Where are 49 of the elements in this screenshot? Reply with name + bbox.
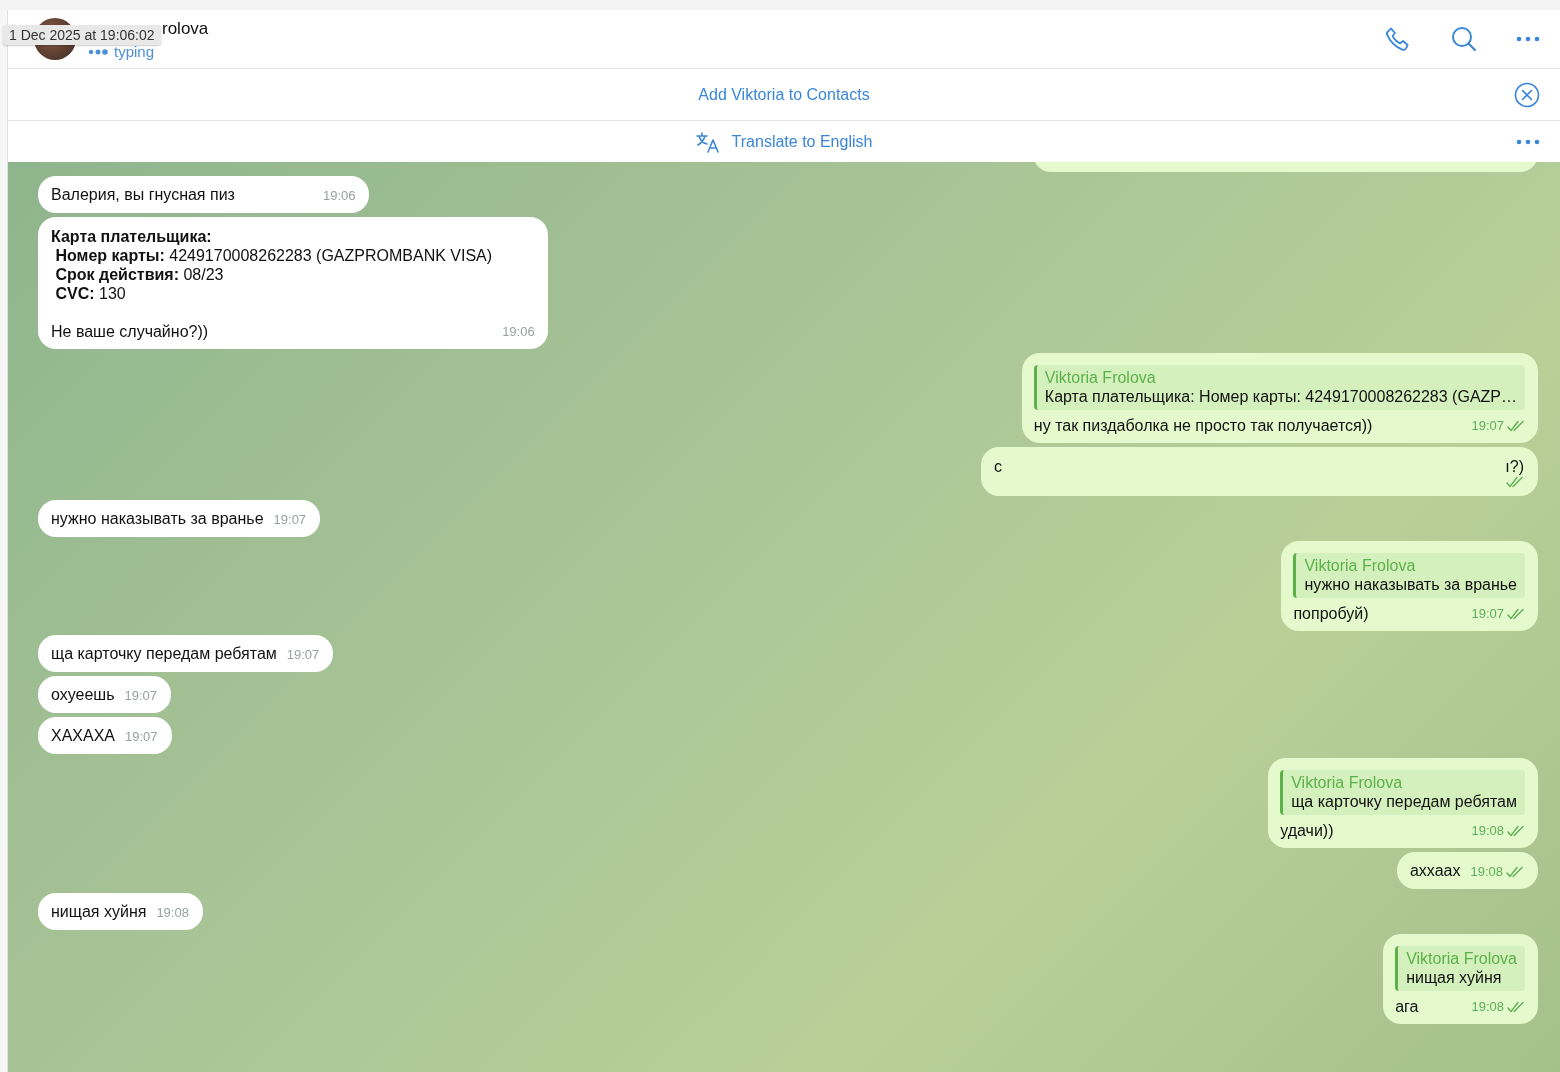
message-text: нужно наказывать за вранье xyxy=(51,509,264,528)
message-time: 19:08 xyxy=(156,904,189,922)
message-time: 19:07 xyxy=(1471,605,1504,623)
message-time: 19:07 xyxy=(273,511,307,529)
message-text: с xyxy=(994,457,1002,476)
close-icon[interactable] xyxy=(1514,81,1540,108)
more-icon[interactable] xyxy=(1516,138,1540,145)
reply-quote[interactable]: Viktoria Frolova нужно наказывать за вранье xyxy=(1293,553,1525,598)
more-icon[interactable] xyxy=(1516,36,1540,42)
message-time: 19:07 xyxy=(286,646,320,664)
reply-text: нищая хуйня xyxy=(1406,968,1503,987)
date-tooltip: 1 Dec 2025 at 19:06:02 xyxy=(3,25,161,45)
chat-name: rolova xyxy=(162,18,209,39)
reply-author: Viktoria Frolova xyxy=(1044,368,1157,387)
message-text: ну так пиздаболка не просто так получается)) xyxy=(1033,416,1373,435)
search-icon[interactable] xyxy=(1450,25,1478,53)
reply-author: Viktoria Frolova xyxy=(1304,556,1417,575)
message-text: Валерия, вы гнусная пиз xyxy=(51,185,235,204)
reply-text: ща карточку передам ребятам xyxy=(1291,792,1517,811)
message-text: ХАХАХА xyxy=(51,726,116,745)
reply-author: Viktoria Frolova xyxy=(1291,773,1404,792)
message-time: 19:07 xyxy=(125,728,158,746)
message-text: охуеешь xyxy=(51,685,115,704)
message-time: 19:08 xyxy=(1471,998,1504,1016)
reply-text: нужно наказывать за вранье xyxy=(1304,575,1517,594)
message-time: 19:06 xyxy=(502,323,535,341)
message-text: аххаах xyxy=(1409,861,1461,880)
typing-dots-icon xyxy=(88,48,108,55)
message-text: нищая хуйня xyxy=(51,902,147,921)
reply-quote[interactable]: Viktoria Frolova нищая хуйня xyxy=(1395,946,1525,991)
translate-icon xyxy=(695,130,720,153)
message-text: попробуй) xyxy=(1293,604,1369,623)
message-text: ı?) xyxy=(1505,457,1524,476)
reply-quote[interactable]: Viktoria Frolova Карта плательщика: Номер карты: 4249170008262283 (GAZP… xyxy=(1033,365,1525,410)
message-text: Карта плательщика: Номер карты: 4249170008262283 (GAZPROMBANK VISA) Срок действия: 08/23 CVC: 130 Не ваше случайно?)) xyxy=(51,227,493,341)
message-time: 19:07 xyxy=(1471,417,1504,435)
message-time: 19:06 xyxy=(322,187,356,205)
message-time: 19:08 xyxy=(1471,822,1504,840)
reply-author: Viktoria Frolova xyxy=(1406,949,1517,968)
message-text: ага xyxy=(1395,997,1419,1016)
message-time: 19:08 xyxy=(1470,863,1503,881)
message-text: ща карточку передам ребятам xyxy=(51,644,277,663)
message-time: 19:07 xyxy=(124,687,158,705)
reply-text: Карта плательщика: Номер карты: 4249170008262283 (GAZP… xyxy=(1044,387,1517,406)
add-contact-link[interactable]: Add Viktoria to Contacts xyxy=(698,85,870,104)
translate-link[interactable]: Translate to English xyxy=(731,132,873,151)
message-text: удачи)) xyxy=(1280,821,1334,840)
reply-quote[interactable]: Viktoria Frolova ща карточку передам ребятам xyxy=(1280,770,1525,815)
typing-status: typing xyxy=(114,43,155,60)
